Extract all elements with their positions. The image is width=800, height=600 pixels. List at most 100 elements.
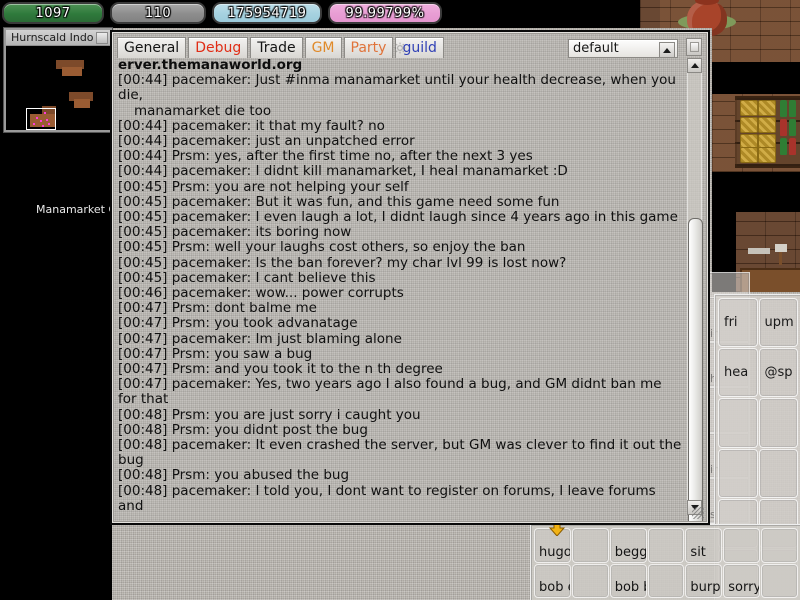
side-button-fri[interactable]: fri [718,298,758,348]
close-icon[interactable] [96,32,108,44]
chat-line: [00:47] pacemaker: Im just blaming alone [118,330,402,347]
chat-line: [00:47] pacemaker: Yes, two years ago I … [118,376,666,408]
xp-value: 175954719 [227,5,307,21]
chat-window[interactable]: General Debug Trade GM Party guild defau… [110,30,710,525]
emote-cell-bob-eng[interactable]: bob eng [534,563,571,598]
emote-cell-empty[interactable] [647,563,685,598]
shelf-item-crate [740,117,758,133]
chat-line: [00:44] pacemaker: just an unpatched err… [118,133,415,150]
shelf-item-crate [740,147,758,163]
chat-line: manamarket die too [134,102,272,119]
chat-message-log[interactable]: erver.themanaworld.org [00:44] pacemaker… [118,58,684,515]
chat-line: community, just enter here when there's … [118,513,684,515]
shelf-item-bottle [789,138,796,155]
emote-cell-empty[interactable] [761,528,798,563]
job-value: 99.99799% [345,5,425,21]
void-band-1 [712,62,800,94]
chat-line: [00:45] pacemaker: I even laugh a lot, I… [118,209,678,226]
chat-line: [00:48] pacemaker: It even crashed the s… [118,437,682,469]
chat-line: [00:47] Prsm: you saw a bug [118,345,313,362]
shelf-item-crate [758,117,776,133]
side-button-hea[interactable]: hea [718,348,758,398]
chat-line: [00:48] Prsm: you are just sorry i caugh… [118,406,421,423]
chat-line: [00:45] pacemaker: Is the ban forever? m… [118,254,567,271]
minimap-building [62,67,82,76]
chat-line: [00:44] pacemaker: Just #inma manamarket… [118,72,681,104]
mp-bar[interactable]: 110 [110,2,206,24]
chat-line: [00:45] Prsm: you are not helping your s… [118,178,409,195]
hp-bar[interactable]: 1097 [2,2,104,24]
chat-color-select-value: default [573,41,619,56]
caret-up-icon[interactable] [659,42,675,58]
side-button-sp[interactable]: @sp [758,348,798,398]
emote-cell-empty[interactable] [571,528,609,563]
game-screen: Manamarket Orchard Inspector trader Gene… [0,0,800,600]
chat-line: [00:45] pacemaker: its boring now [118,224,352,241]
emote-grid[interactable]: hugo begging sit bob eng bob beg burp so… [534,528,798,598]
chat-tab-gm[interactable]: GM [304,37,342,58]
chat-scrollbar[interactable] [687,58,703,521]
shelf-item-bottle [789,100,796,117]
chat-line: [00:45] Prsm: well your laughs cost othe… [118,239,526,256]
emote-cell-empty[interactable] [761,563,798,598]
chat-line: [00:47] Prsm: dont balme me [118,300,317,317]
mp-value: 110 [144,5,172,21]
shelf-item-bottle [780,100,787,117]
chat-line: [00:44] pacemaker: I didnt kill manamark… [118,163,568,180]
shelf-item-bottle [789,119,796,136]
chat-tab-trade[interactable]: Trade [250,37,303,58]
tool-axe-handle [779,252,782,265]
chat-tab-debug[interactable]: Debug [188,37,249,58]
chat-line: [00:44] pacemaker: it that my fault? no [118,117,385,134]
chat-window-body: General Debug Trade GM Party guild defau… [114,34,706,521]
minimap-viewport-box [26,108,56,130]
minimap-body[interactable] [6,46,110,130]
chat-line: erver.themanaworld.org [118,58,303,73]
emote-cell-burp[interactable]: burp [685,563,723,598]
gear-icon[interactable] [394,42,406,54]
minimap-building [74,99,90,108]
shelf-item-crate [758,100,776,116]
emote-cell-sit[interactable]: sit [685,528,723,563]
chat-line: [00:45] pacemaker: But it was fun, and t… [118,193,560,210]
emote-bar[interactable]: hugo begging sit bob eng bob beg burp so… [530,524,800,600]
side-button-empty[interactable] [758,398,798,448]
minimap-window[interactable]: Hurnscald Indo [4,28,112,132]
emote-cell-bob-beg[interactable]: bob beg [609,563,647,598]
chat-tab-general[interactable]: General [117,37,187,58]
chat-tab-party[interactable]: Party [343,37,394,58]
chat-line: [00:45] pacemaker: I cant believe this [118,269,376,286]
chat-window-menu-button[interactable] [686,38,702,56]
scroll-up-button[interactable] [687,58,702,73]
chat-line: [00:48] Prsm: you abused the bug [118,467,350,484]
emote-cell-empty[interactable] [723,528,761,563]
job-bar[interactable]: 99.99799% [328,2,442,24]
side-button-upm[interactable]: upm [758,298,798,348]
chat-line: [00:47] Prsm: and you took it to the n t… [118,361,443,378]
shelf-item-crate [758,147,776,163]
emote-cell-empty[interactable] [571,563,609,598]
shelf-item-bottle [780,119,787,136]
status-bar-row: 1097 110 175954719 99.99799% [0,0,442,24]
minimap-title: Hurnscald Indo [6,30,110,46]
side-button-empty[interactable] [758,448,798,498]
chat-line: [00:48] pacemaker: I told you, I dont wa… [118,482,661,514]
chat-line: [00:46] pacemaker: wow... power corrupts [118,285,404,302]
scrollbar-thumb[interactable] [688,218,703,521]
shelf-item-bottle [780,138,787,155]
side-button-empty[interactable] [718,448,758,498]
chat-line: [00:48] Prsm: you didnt post the bug [118,421,368,438]
side-button-empty[interactable] [718,398,758,448]
chat-line: [00:47] Prsm: you took advanatage [118,315,358,332]
void-band-2 [712,172,800,212]
xp-bar[interactable]: 175954719 [212,2,322,24]
void-left [0,128,112,600]
hp-value: 1097 [35,5,71,21]
emote-cell-empty[interactable] [647,528,685,563]
emote-cell-sorry[interactable]: sorry [723,563,761,598]
chat-resize-handle[interactable] [692,507,704,519]
chat-line: [00:44] Prsm: yes, after the first time … [118,148,533,165]
shelf-item-crate [740,100,758,116]
emote-cell-begging[interactable]: begging [609,528,647,563]
chat-color-select[interactable]: default [568,39,678,58]
